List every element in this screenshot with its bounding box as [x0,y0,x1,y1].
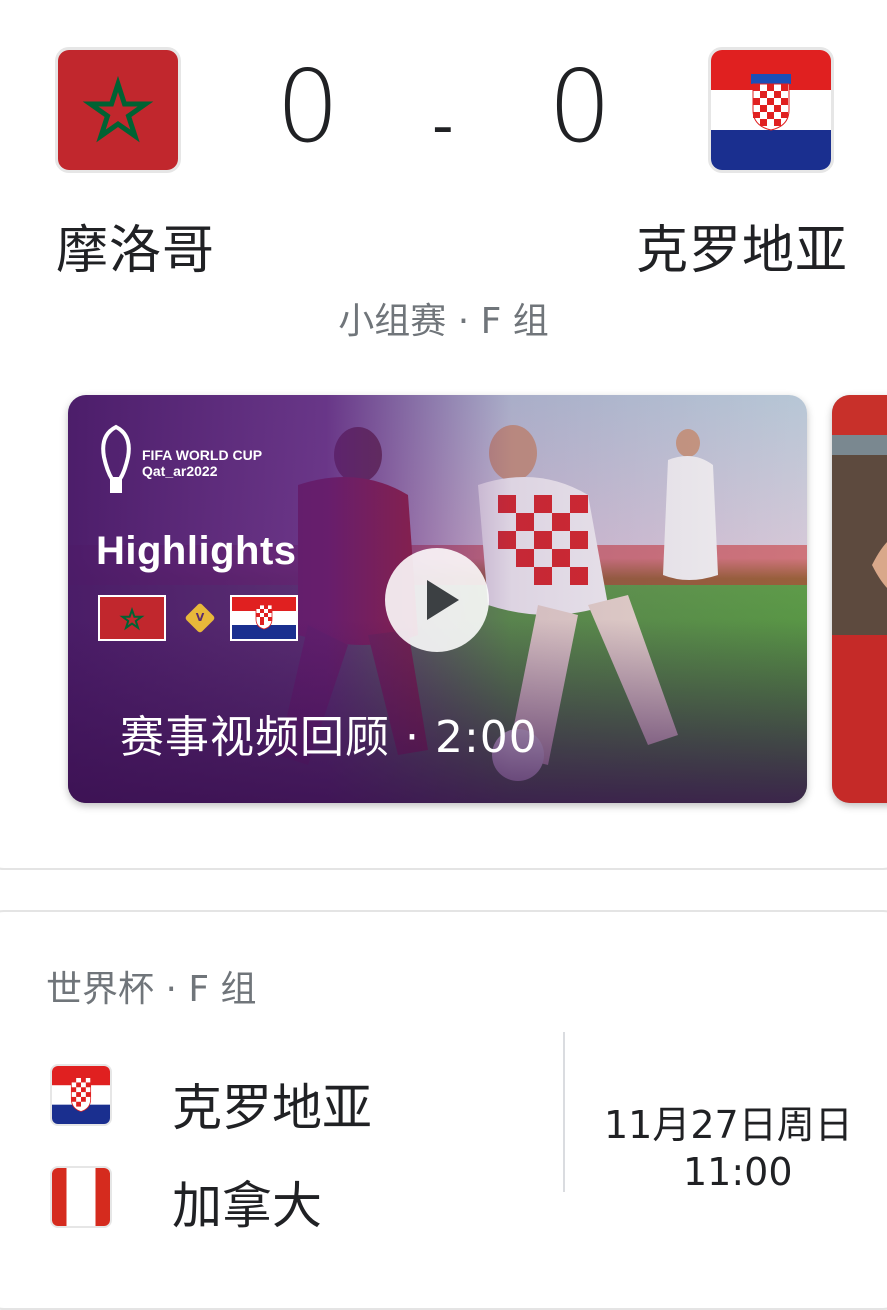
home-team-name[interactable]: 摩洛哥 [56,208,215,283]
away-score: 0 [548,48,612,165]
match-stage-label: 小组赛 · F 组 [338,301,549,342]
match-date: 11月27日周日 [604,1103,853,1147]
play-icon [427,580,459,620]
morocco-flag-icon [55,47,181,173]
next-video-thumbnail [832,395,887,803]
world-cup-logo-icon [101,424,131,493]
highlights-title: Highlights [96,529,297,573]
group-row-team[interactable]: 加拿大 [172,1166,322,1238]
next-video-card[interactable] [832,395,887,803]
score-separator: - [432,91,454,161]
highlights-video-card[interactable]: FIFA WORLD CUP Qat_ar2022 Highlights V 赛… [68,395,807,803]
match-time: 11:00 [683,1150,793,1194]
group-row-team[interactable]: 克罗地亚 [172,1068,372,1140]
morocco-mini-flag-icon [98,595,166,641]
home-score: 0 [276,48,340,165]
group-title: 世界杯 · F 组 [46,969,257,1010]
canada-row-flag-icon [50,1166,112,1228]
video-caption: 赛事视频回顾 · 2:00 [120,712,538,763]
play-button[interactable] [385,548,489,652]
croatia-flag-icon [708,47,834,173]
world-cup-brand: FIFA WORLD CUP Qat_ar2022 [142,447,263,479]
column-divider [563,1032,565,1192]
croatia-row-flag-icon [50,1064,112,1126]
away-team-name[interactable]: 克罗地亚 [636,208,848,283]
vs-badge-text: V [195,611,205,624]
croatia-mini-flag-icon [230,595,298,641]
